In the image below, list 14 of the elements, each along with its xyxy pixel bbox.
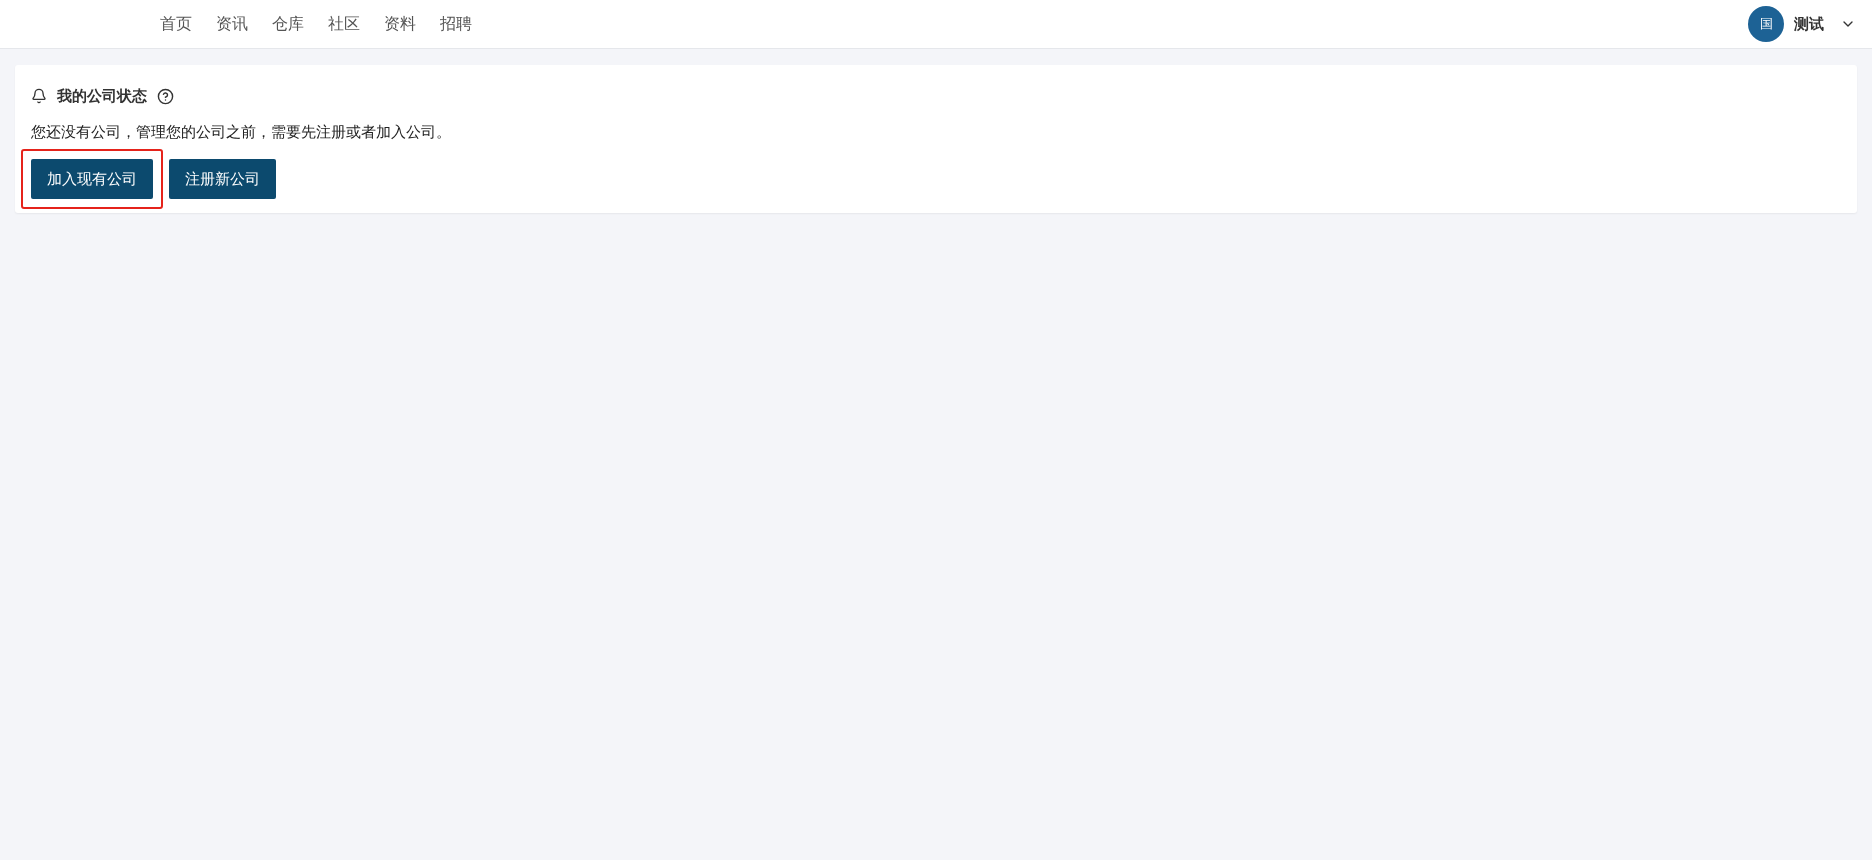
status-message: 您还没有公司，管理您的公司之前，需要先注册或者加入公司。 — [31, 121, 452, 142]
nav-link[interactable]: 资料 — [384, 12, 416, 36]
bell-icon — [31, 88, 47, 105]
card-title: 我的公司状态 — [57, 86, 147, 106]
action-button[interactable]: 注册新公司 — [169, 159, 276, 199]
action-button[interactable]: 加入现有公司 — [31, 159, 153, 199]
user-avatar[interactable]: 国 — [1748, 6, 1784, 42]
nav-link[interactable]: 仓库 — [272, 12, 304, 36]
nav-link[interactable]: 招聘 — [440, 12, 472, 36]
help-icon[interactable] — [157, 87, 174, 105]
nav-link[interactable]: 首页 — [160, 12, 192, 36]
nav-link[interactable]: 资讯 — [216, 12, 248, 36]
nav-link[interactable]: 社区 — [328, 12, 360, 36]
user-name[interactable]: 测试 — [1794, 12, 1824, 36]
